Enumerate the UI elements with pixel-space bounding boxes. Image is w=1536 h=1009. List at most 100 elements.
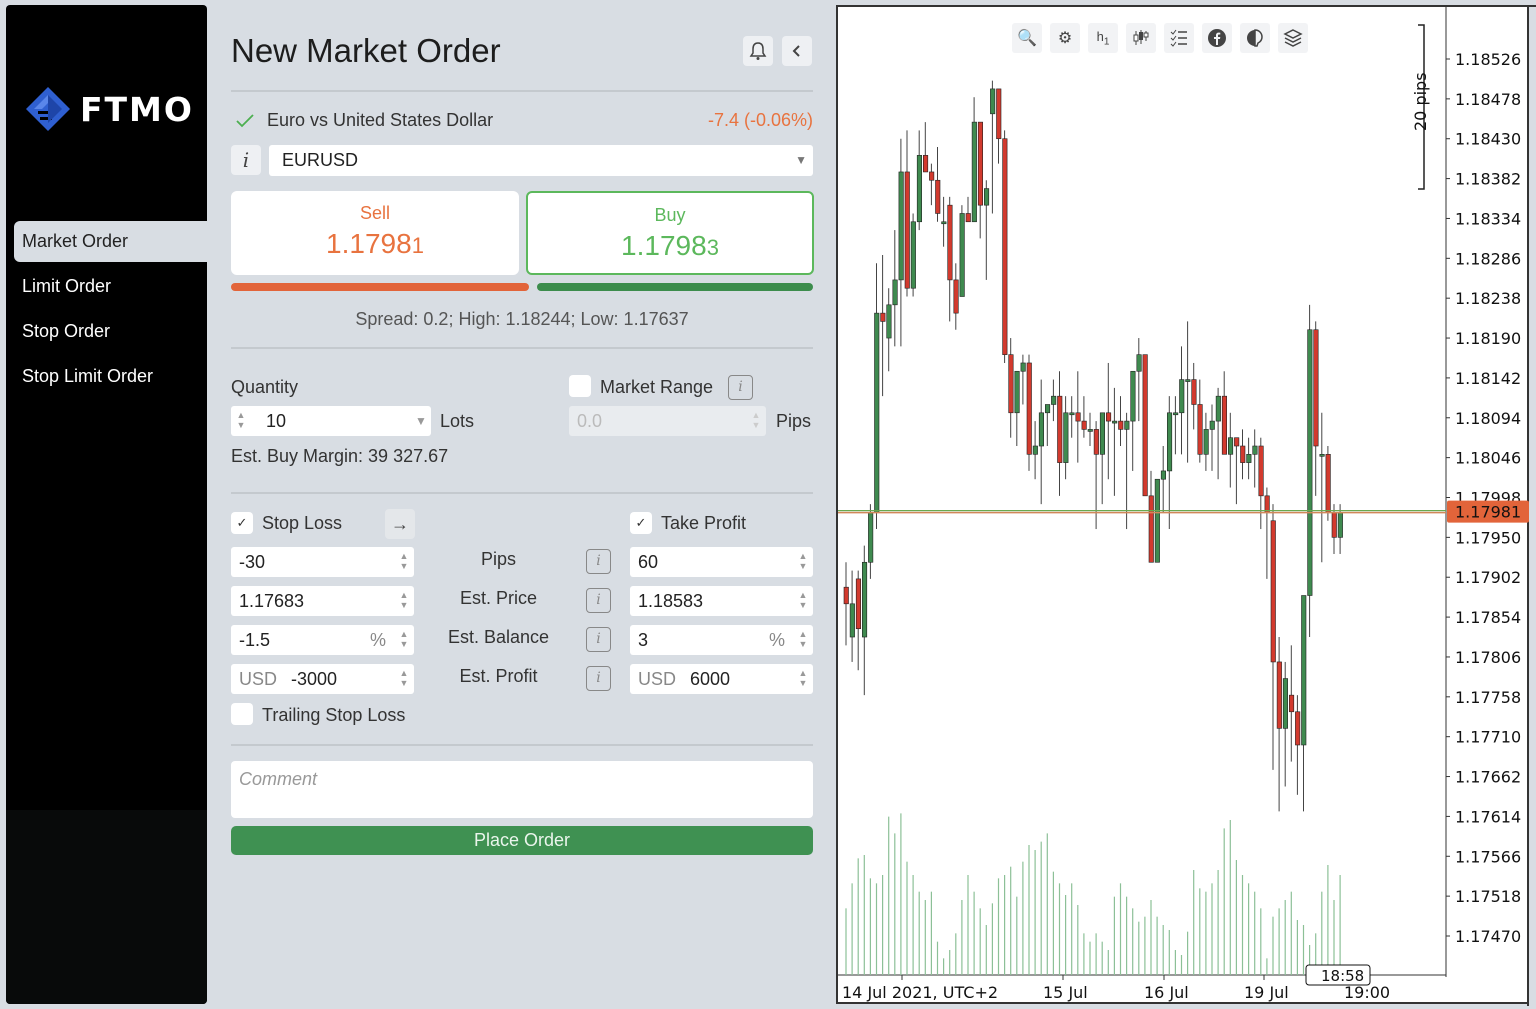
- facebook-icon: [1208, 29, 1226, 47]
- timeframe-button[interactable]: h1: [1088, 23, 1118, 53]
- take-profit-pips-input[interactable]: 60 ▲ ▼: [630, 547, 813, 577]
- x-tick-label: 19 Jul: [1244, 983, 1289, 1002]
- ftmo-logo-icon: [26, 87, 70, 131]
- trailing-stop-checkbox[interactable]: [231, 703, 253, 725]
- stepper[interactable]: ▲ ▼: [797, 629, 809, 651]
- quantity-dropdown-icon[interactable]: ▼: [415, 406, 427, 428]
- price-chart[interactable]: 1.18526 1.18478 1.18430 1.18382 1.18334 1.182…: [836, 5, 1536, 1006]
- collapse-button[interactable]: [782, 36, 812, 66]
- candle-bullish: [1166, 412, 1173, 472]
- nav-market-order[interactable]: Market Order: [14, 221, 207, 262]
- alerts-button[interactable]: [743, 36, 773, 66]
- est-price-info-icon[interactable]: i: [586, 588, 611, 613]
- stepper[interactable]: ▲ ▼: [797, 590, 809, 612]
- stop-loss-profit: -3000: [291, 669, 338, 689]
- zoom-in-icon: 🔍: [1017, 30, 1037, 47]
- theme-button[interactable]: [1240, 23, 1270, 53]
- stepper[interactable]: ▲ ▼: [797, 551, 809, 573]
- pips-scale-label: 20 pips: [1411, 72, 1430, 131]
- buy-button[interactable]: Buy 1.17983: [526, 191, 814, 275]
- chart-canvas[interactable]: 1.18526 1.18478 1.18430 1.18382 1.18334 1.182…: [838, 7, 1536, 1006]
- divider: [231, 492, 813, 494]
- symbol-info-button[interactable]: i: [231, 145, 261, 175]
- divider: [231, 347, 813, 349]
- est-balance-info-icon[interactable]: i: [586, 627, 611, 652]
- pips-info-icon[interactable]: i: [586, 549, 611, 574]
- market-range-stepper[interactable]: ▲ ▼: [750, 410, 762, 432]
- market-range-input[interactable]: 0.0 ▲ ▼: [569, 406, 766, 436]
- take-profit-profit-input[interactable]: USD 6000 ▲ ▼: [630, 664, 813, 694]
- pips-unit: Pips: [776, 411, 812, 431]
- market-range-checkbox[interactable]: [569, 375, 591, 397]
- est-profit-info-icon[interactable]: i: [586, 666, 611, 691]
- candle-bullish: [971, 121, 977, 223]
- chart-settings-button[interactable]: ⚙: [1050, 23, 1080, 53]
- indicators-button[interactable]: [1164, 23, 1194, 53]
- nav-stop-order[interactable]: Stop Order: [14, 311, 207, 352]
- quantity-value: 10: [266, 411, 287, 431]
- candle-bullish: [1209, 420, 1215, 430]
- y-tick-label: 1.18382: [1455, 170, 1521, 189]
- y-tick-label: 1.18430: [1455, 130, 1521, 149]
- quantity-stepper[interactable]: ▲ ▼: [235, 410, 247, 432]
- candle-bullish: [849, 603, 855, 638]
- take-profit-checkbox[interactable]: ✓: [630, 512, 652, 534]
- candle-bullish: [910, 221, 916, 289]
- stepper[interactable]: ▲ ▼: [398, 590, 410, 612]
- take-profit-price-input[interactable]: 1.18583 ▲ ▼: [630, 586, 813, 616]
- candle-bearish: [1264, 495, 1270, 513]
- symbol-description: Euro vs United States Dollar: [267, 110, 494, 130]
- market-range-info-icon[interactable]: i: [728, 375, 753, 400]
- y-tick-label: 1.18046: [1455, 449, 1521, 468]
- quantity-input[interactable]: ▲ ▼ 10 ▼: [231, 406, 431, 436]
- sell-label: Sell: [359, 203, 390, 223]
- stop-loss-pips-input[interactable]: -30 ▲ ▼: [231, 547, 414, 577]
- row-label-est-price: Est. Price: [459, 588, 538, 608]
- take-profit-balance-input[interactable]: 3% ▲ ▼: [630, 625, 813, 655]
- stepper[interactable]: ▲ ▼: [797, 668, 809, 690]
- stop-loss-toggle-button[interactable]: →: [385, 509, 415, 539]
- share-facebook-button[interactable]: [1202, 23, 1232, 53]
- sell-button[interactable]: Sell 1.17981: [231, 191, 519, 275]
- candle-bearish: [1276, 661, 1282, 729]
- buy-price: 1.17983: [528, 230, 812, 262]
- candle-bullish: [1130, 370, 1136, 422]
- candle-bullish: [898, 171, 904, 281]
- chart-type-button[interactable]: [1126, 23, 1156, 53]
- stop-loss-profit-input[interactable]: USD -3000 ▲ ▼: [231, 664, 414, 694]
- candle-bullish: [1020, 362, 1026, 372]
- candle-bullish: [861, 561, 868, 638]
- candle-bearish: [843, 586, 849, 605]
- candle-bearish: [880, 312, 886, 322]
- zoom-in-button[interactable]: 🔍: [1012, 23, 1042, 53]
- info-icon: i: [242, 148, 250, 172]
- nav-limit-order[interactable]: Limit Order: [14, 266, 207, 307]
- market-range-placeholder: 0.0: [577, 411, 603, 431]
- y-tick-label: 1.17662: [1455, 768, 1521, 787]
- candle-bullish: [959, 213, 965, 297]
- y-tick-label: 1.17950: [1455, 528, 1521, 547]
- y-tick-label: 1.18478: [1455, 90, 1521, 109]
- candle-bullish: [1282, 678, 1289, 729]
- candle-bullish: [1227, 437, 1234, 455]
- stepper[interactable]: ▲ ▼: [398, 668, 410, 690]
- chevron-left-icon: [792, 45, 800, 57]
- stop-loss-label: Stop Loss: [262, 513, 343, 533]
- stop-loss-balance: -1.5: [239, 630, 271, 650]
- comment-input[interactable]: Comment: [231, 761, 813, 818]
- candlestick-icon: [1133, 30, 1149, 45]
- stop-loss-checkbox[interactable]: ✓: [231, 512, 253, 534]
- place-order-button[interactable]: Place Order: [231, 826, 813, 855]
- take-profit-price: 1.18583: [638, 591, 704, 611]
- y-tick-label: 1.17518: [1455, 887, 1521, 906]
- stepper[interactable]: ▲ ▼: [398, 551, 410, 573]
- row-label-pips: Pips: [480, 549, 516, 569]
- symbol-select[interactable]: EURUSD ▼: [269, 145, 813, 176]
- row-label-est-balance: Est. Balance: [447, 627, 550, 647]
- stepper[interactable]: ▲ ▼: [398, 629, 410, 651]
- nav-stop-limit-order[interactable]: Stop Limit Order: [14, 356, 207, 397]
- y-tick-label: 1.17902: [1455, 568, 1521, 587]
- stop-loss-price-input[interactable]: 1.17683 ▲ ▼: [231, 586, 414, 616]
- stop-loss-balance-input[interactable]: -1.5% ▲ ▼: [231, 625, 414, 655]
- layers-button[interactable]: [1278, 23, 1308, 53]
